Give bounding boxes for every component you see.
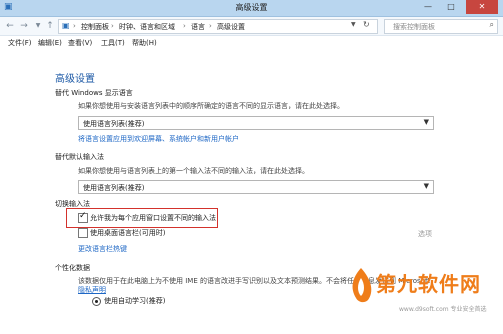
change-hotkeys-link[interactable]: 更改语言栏热键: [78, 244, 127, 254]
page-title: 高级设置: [55, 74, 95, 85]
dropdown-value: 使用语言列表(推荐): [83, 120, 145, 128]
breadcrumb-separator: ›: [111, 22, 114, 30]
breadcrumb[interactable]: ▣ › 控制面板 › 时钟、语言和区域 › 语言 › 高级设置 ▼ ↻: [58, 19, 378, 34]
refresh-icon[interactable]: ↻: [363, 20, 370, 29]
watermark-logo-icon: [352, 268, 372, 303]
search-icon[interactable]: ⌕: [490, 20, 494, 30]
auto-learning-label: 使用自动学习(推荐): [104, 297, 166, 305]
minimize-button[interactable]: —: [417, 0, 439, 14]
override-input-description: 如果你想使用与语言列表上的第一个输入法不同的输入法，请在此处选择。: [78, 167, 309, 175]
forward-arrow-icon[interactable]: →: [18, 20, 30, 32]
apply-language-settings-link[interactable]: 将语言设置应用到欢迎屏幕、系统帐户和新用户帐户: [78, 134, 239, 144]
dropdown-value: 使用语言列表(推荐): [83, 184, 145, 192]
privacy-statement-link[interactable]: 隐私声明: [78, 285, 106, 295]
address-bar: ← → ▼ ↑ ▣ › 控制面板 › 时钟、语言和区域 › 语言 › 高级设置 …: [0, 17, 503, 36]
breadcrumb-separator: ›: [209, 22, 212, 30]
desktop-language-bar-label: 使用桌面语言栏(可用时): [90, 229, 166, 237]
dropdown-chevron-icon[interactable]: ▼: [351, 21, 356, 28]
radio-dot: [95, 300, 98, 303]
menu-help[interactable]: 帮助(H): [132, 38, 157, 48]
watermark-text: 第九软件网: [376, 272, 481, 296]
override-display-heading: 替代 Windows 显示语言: [55, 89, 133, 97]
per-app-input-label: 允许我为每个应用窗口设置不同的输入法: [90, 214, 216, 222]
override-input-heading: 替代默认输入法: [55, 153, 104, 161]
title-bar: ▣ 高级设置 — □ ✕: [0, 0, 503, 17]
display-language-dropdown[interactable]: 使用语言列表(推荐) ▼: [78, 116, 434, 130]
chevron-down-icon: ▼: [423, 182, 429, 190]
input-method-dropdown[interactable]: 使用语言列表(推荐) ▼: [78, 180, 434, 194]
menu-file[interactable]: 文件(F): [8, 38, 32, 48]
menu-bar: 文件(F) 编辑(E) 查看(V) 工具(T) 帮助(H): [0, 36, 503, 50]
control-panel-icon: ▣: [62, 21, 70, 30]
personalization-heading: 个性化数据: [55, 264, 90, 272]
watermark-url: www.d9soft.com 专业安全首选: [399, 306, 487, 313]
breadcrumb-separator: ›: [73, 22, 76, 30]
per-app-input-checkbox[interactable]: [78, 211, 88, 223]
breadcrumb-item-control-panel[interactable]: 控制面板: [81, 22, 109, 32]
back-arrow-icon[interactable]: ←: [4, 20, 16, 32]
menu-edit[interactable]: 编辑(E): [38, 38, 62, 48]
close-button[interactable]: ✕: [466, 0, 498, 14]
recent-chevron-icon[interactable]: ▼: [32, 20, 44, 32]
up-arrow-icon[interactable]: ↑: [44, 20, 56, 32]
watermark: 第九软件网 www.d9soft.com 专业安全首选: [344, 262, 503, 334]
menu-view[interactable]: 查看(V): [68, 38, 92, 48]
override-display-description: 如果你想使用与安装语言列表中的顺序所确定的语言不同的显示语言，请在此处选择。: [78, 102, 344, 110]
search-placeholder: 搜索控制面板: [393, 23, 435, 31]
options-link[interactable]: 选项: [418, 229, 432, 239]
desktop-language-bar-checkbox[interactable]: [78, 228, 88, 238]
chevron-down-icon: ▼: [423, 118, 429, 126]
breadcrumb-item-language[interactable]: 语言: [191, 22, 205, 32]
breadcrumb-item-clock-language-region[interactable]: 时钟、语言和区域: [119, 22, 175, 32]
breadcrumb-separator: ›: [183, 22, 186, 30]
search-input[interactable]: 搜索控制面板 ⌕: [384, 19, 498, 34]
auto-learning-radio[interactable]: [92, 297, 101, 306]
maximize-button[interactable]: □: [440, 0, 462, 14]
menu-tools[interactable]: 工具(T): [101, 38, 125, 48]
breadcrumb-item-advanced[interactable]: 高级设置: [217, 22, 245, 32]
